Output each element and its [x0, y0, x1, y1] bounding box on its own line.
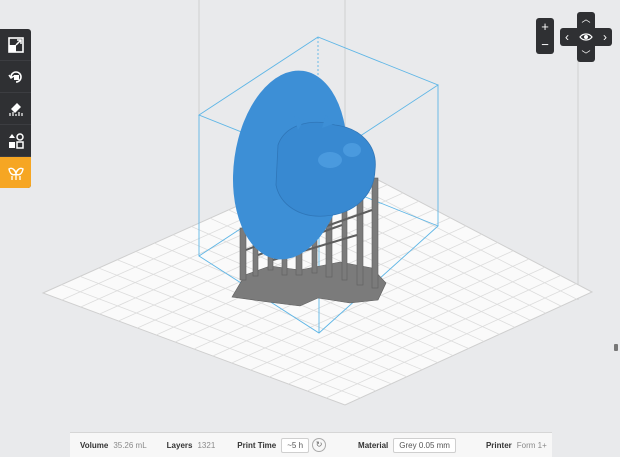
3d-viewport[interactable]	[0, 0, 620, 456]
material-label: Material	[358, 440, 389, 450]
status-bar: Volume 35.26 mL Layers 1321 Print Time ~…	[70, 432, 552, 457]
orientation-icon	[8, 102, 23, 116]
zoom-out-button[interactable]: −	[536, 36, 554, 54]
volume-value: 35.26 mL	[113, 440, 147, 450]
scale-tool-button[interactable]	[0, 29, 31, 61]
orientation-tool-button[interactable]	[0, 93, 31, 125]
scrollbar-thumb[interactable]	[614, 344, 618, 351]
eye-icon[interactable]	[579, 30, 593, 44]
scale-icon	[7, 36, 24, 53]
pan-up-button[interactable]: ︿	[581, 14, 591, 24]
volume-label: Volume	[80, 440, 109, 450]
layers-label: Layers	[166, 440, 193, 450]
layout-tool-button[interactable]	[0, 125, 31, 157]
tool-sidebar	[0, 29, 31, 188]
rotate-tool-button[interactable]	[0, 61, 31, 93]
model-creature	[275, 121, 376, 217]
printer-value[interactable]: Form 1+	[517, 441, 547, 450]
printer-label: Printer	[485, 440, 512, 450]
refresh-icon[interactable]: ↻	[312, 438, 327, 452]
material-select[interactable]: Grey 0.05 mm	[393, 437, 456, 453]
supports-tool-button[interactable]	[0, 157, 31, 188]
layers-value: 1321	[197, 440, 216, 450]
print-time-label: Print Time	[237, 440, 277, 450]
pan-down-button[interactable]: ﹀	[581, 50, 591, 60]
view-navigation-pad: ︿ ﹀ ‹ ›	[560, 12, 612, 62]
model-feature	[343, 143, 361, 157]
rotate-icon	[7, 70, 22, 83]
pan-right-button[interactable]: ›	[600, 31, 610, 43]
layout-icon	[8, 132, 24, 149]
pan-left-button[interactable]: ‹	[562, 31, 572, 43]
zoom-in-button[interactable]: +	[536, 18, 554, 36]
supports-icon	[7, 167, 24, 180]
model-feature	[318, 152, 342, 168]
zoom-controls: + −	[536, 18, 554, 54]
print-time-value: ~5 h	[281, 437, 310, 453]
